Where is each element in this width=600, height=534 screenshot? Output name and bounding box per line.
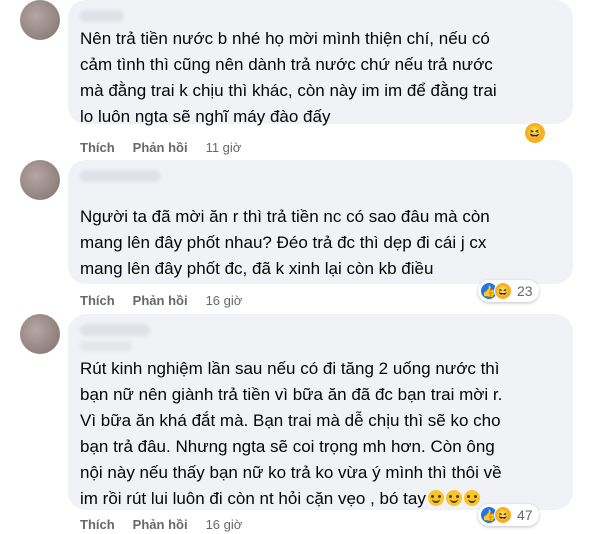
- timestamp[interactable]: 11 giờ: [206, 140, 242, 155]
- reply-link[interactable]: Phản hồi: [133, 517, 188, 532]
- like-link[interactable]: Thích: [80, 517, 115, 532]
- avatar[interactable]: [20, 0, 60, 40]
- avatar[interactable]: [20, 160, 60, 200]
- avatar[interactable]: [20, 314, 60, 354]
- reaction-count: 23: [517, 283, 533, 299]
- rolling-eyes-emoji: [426, 489, 480, 508]
- commenter-name-blurred[interactable]: [80, 170, 160, 182]
- reaction-badge[interactable]: 😆: [522, 122, 548, 144]
- reaction-count: 47: [517, 507, 533, 523]
- comment-text: Nên trả tiền nước b nhé họ mời mình thiệ…: [80, 29, 497, 126]
- haha-icon: 😆: [524, 122, 546, 144]
- comment-actions: Thích Phản hồi 16 giờ: [80, 517, 242, 532]
- timestamp[interactable]: 16 giờ: [206, 517, 243, 532]
- comment-bubble: Nên trả tiền nước b nhé họ mời mình thiệ…: [68, 0, 573, 126]
- reply-link[interactable]: Phản hồi: [133, 293, 188, 308]
- commenter-name-blurred[interactable]: [80, 324, 150, 336]
- reaction-badge[interactable]: 👍 😆 47: [478, 504, 539, 526]
- reply-link[interactable]: Phản hồi: [133, 140, 188, 155]
- like-link[interactable]: Thích: [80, 293, 115, 308]
- commenter-subtitle-blurred: [80, 341, 132, 351]
- commenter-name-blurred[interactable]: [80, 10, 124, 22]
- comment-text: Rút kinh nghiệm lần sau nếu có đi tăng 2…: [80, 359, 503, 508]
- comment-actions: Thích Phản hồi 11 giờ: [80, 140, 241, 155]
- haha-icon: 😆: [494, 506, 512, 524]
- comment-actions: Thích Phản hồi 16 giờ: [80, 293, 242, 308]
- comment-bubble: Rút kinh nghiệm lần sau nếu có đi tăng 2…: [68, 314, 573, 510]
- haha-icon: 😆: [494, 282, 512, 300]
- comment-text: Người ta đã mời ăn r thì trả tiền nc có …: [80, 207, 490, 278]
- like-link[interactable]: Thích: [80, 140, 115, 155]
- comment-bubble: Người ta đã mời ăn r thì trả tiền nc có …: [68, 160, 573, 284]
- timestamp[interactable]: 16 giờ: [206, 293, 243, 308]
- reaction-badge[interactable]: 👍 😆 23: [478, 280, 539, 302]
